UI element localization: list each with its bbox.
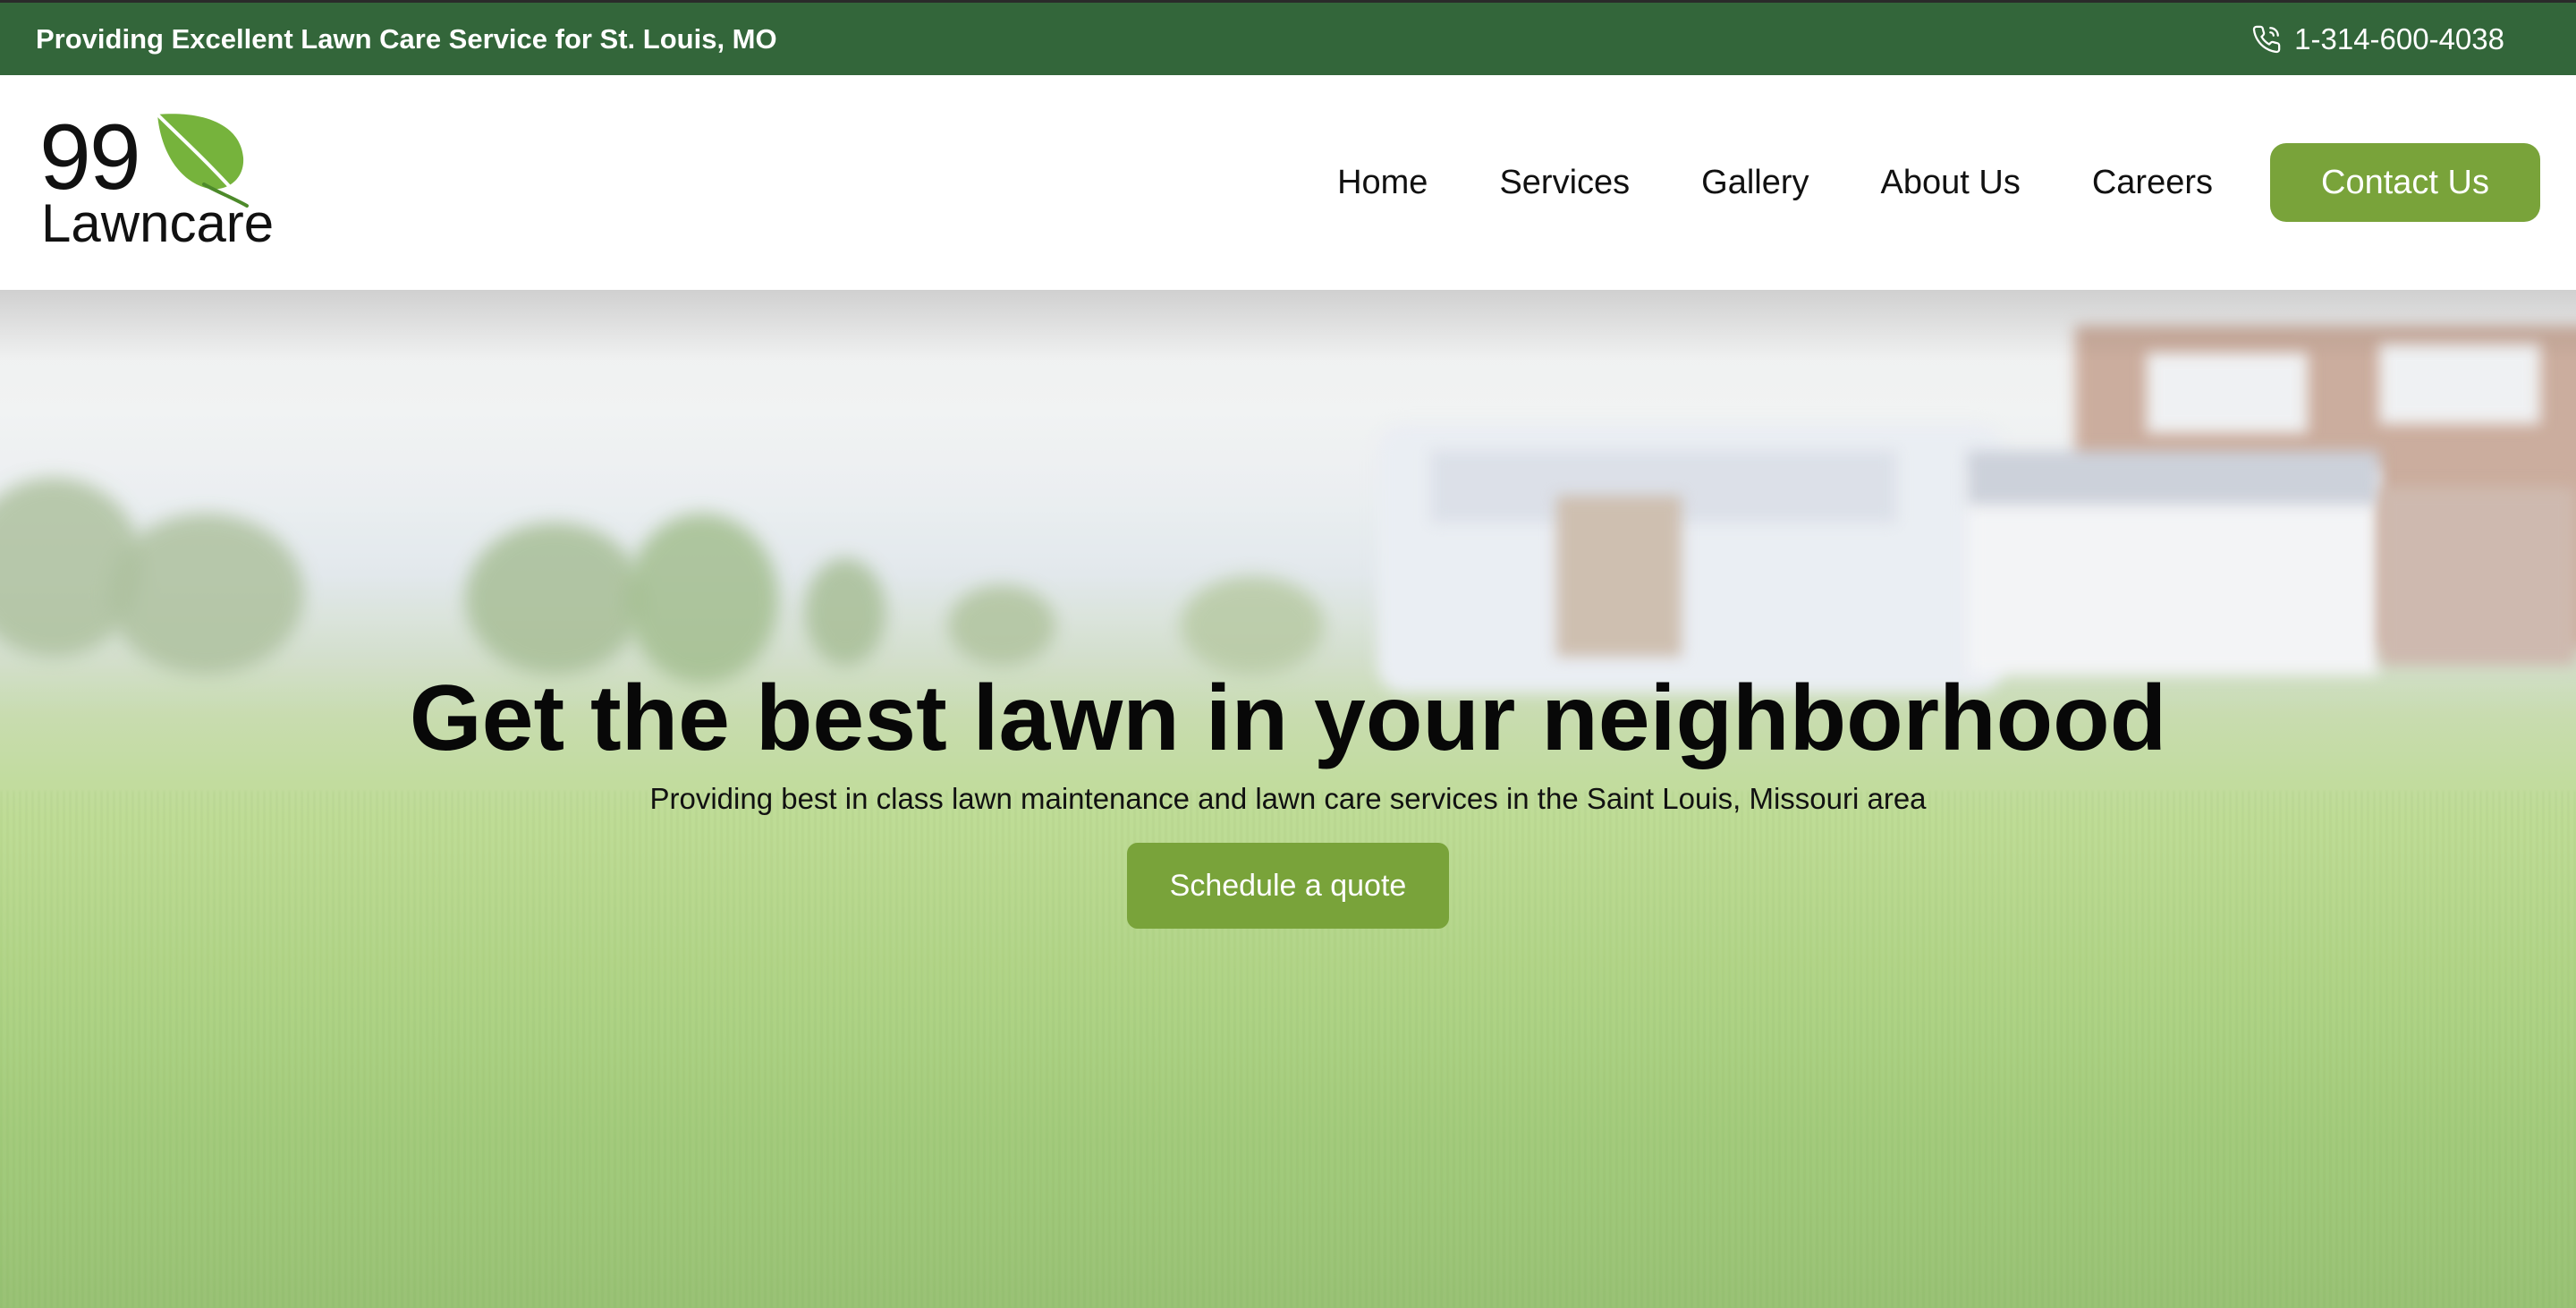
nav-careers[interactable]: Careers <box>2092 164 2213 202</box>
main-nav: Home Services Gallery About Us Careers C… <box>1337 143 2540 222</box>
topbar-tagline: Providing Excellent Lawn Care Service fo… <box>36 22 777 55</box>
logo-number: 99 <box>39 106 141 209</box>
nav-about-us[interactable]: About Us <box>1881 164 2021 202</box>
top-bar: Providing Excellent Lawn Care Service fo… <box>0 0 2576 75</box>
phone-link[interactable]: 1-314-600-4038 <box>2251 22 2504 56</box>
nav-gallery[interactable]: Gallery <box>1701 164 1809 202</box>
contact-us-button[interactable]: Contact Us <box>2270 143 2540 222</box>
hero-title: Get the best lawn in your neighborhood <box>409 667 2167 770</box>
schedule-quote-button[interactable]: Schedule a quote <box>1127 843 1449 929</box>
nav-home[interactable]: Home <box>1337 164 1428 202</box>
logo[interactable]: 99 Lawncare <box>39 106 274 254</box>
phone-icon <box>2252 25 2281 53</box>
phone-number: 1-314-600-4038 <box>2294 21 2504 55</box>
hero-subtitle: Providing best in class lawn maintenance… <box>649 782 1927 815</box>
nav-services[interactable]: Services <box>1499 164 1630 202</box>
leaf-icon <box>156 113 249 208</box>
hero-section: Get the best lawn in your neighborhood P… <box>0 290 2576 1308</box>
site-header: 99 Lawncare Home Services Gallery About … <box>0 75 2576 290</box>
header-shadow <box>0 290 2576 361</box>
